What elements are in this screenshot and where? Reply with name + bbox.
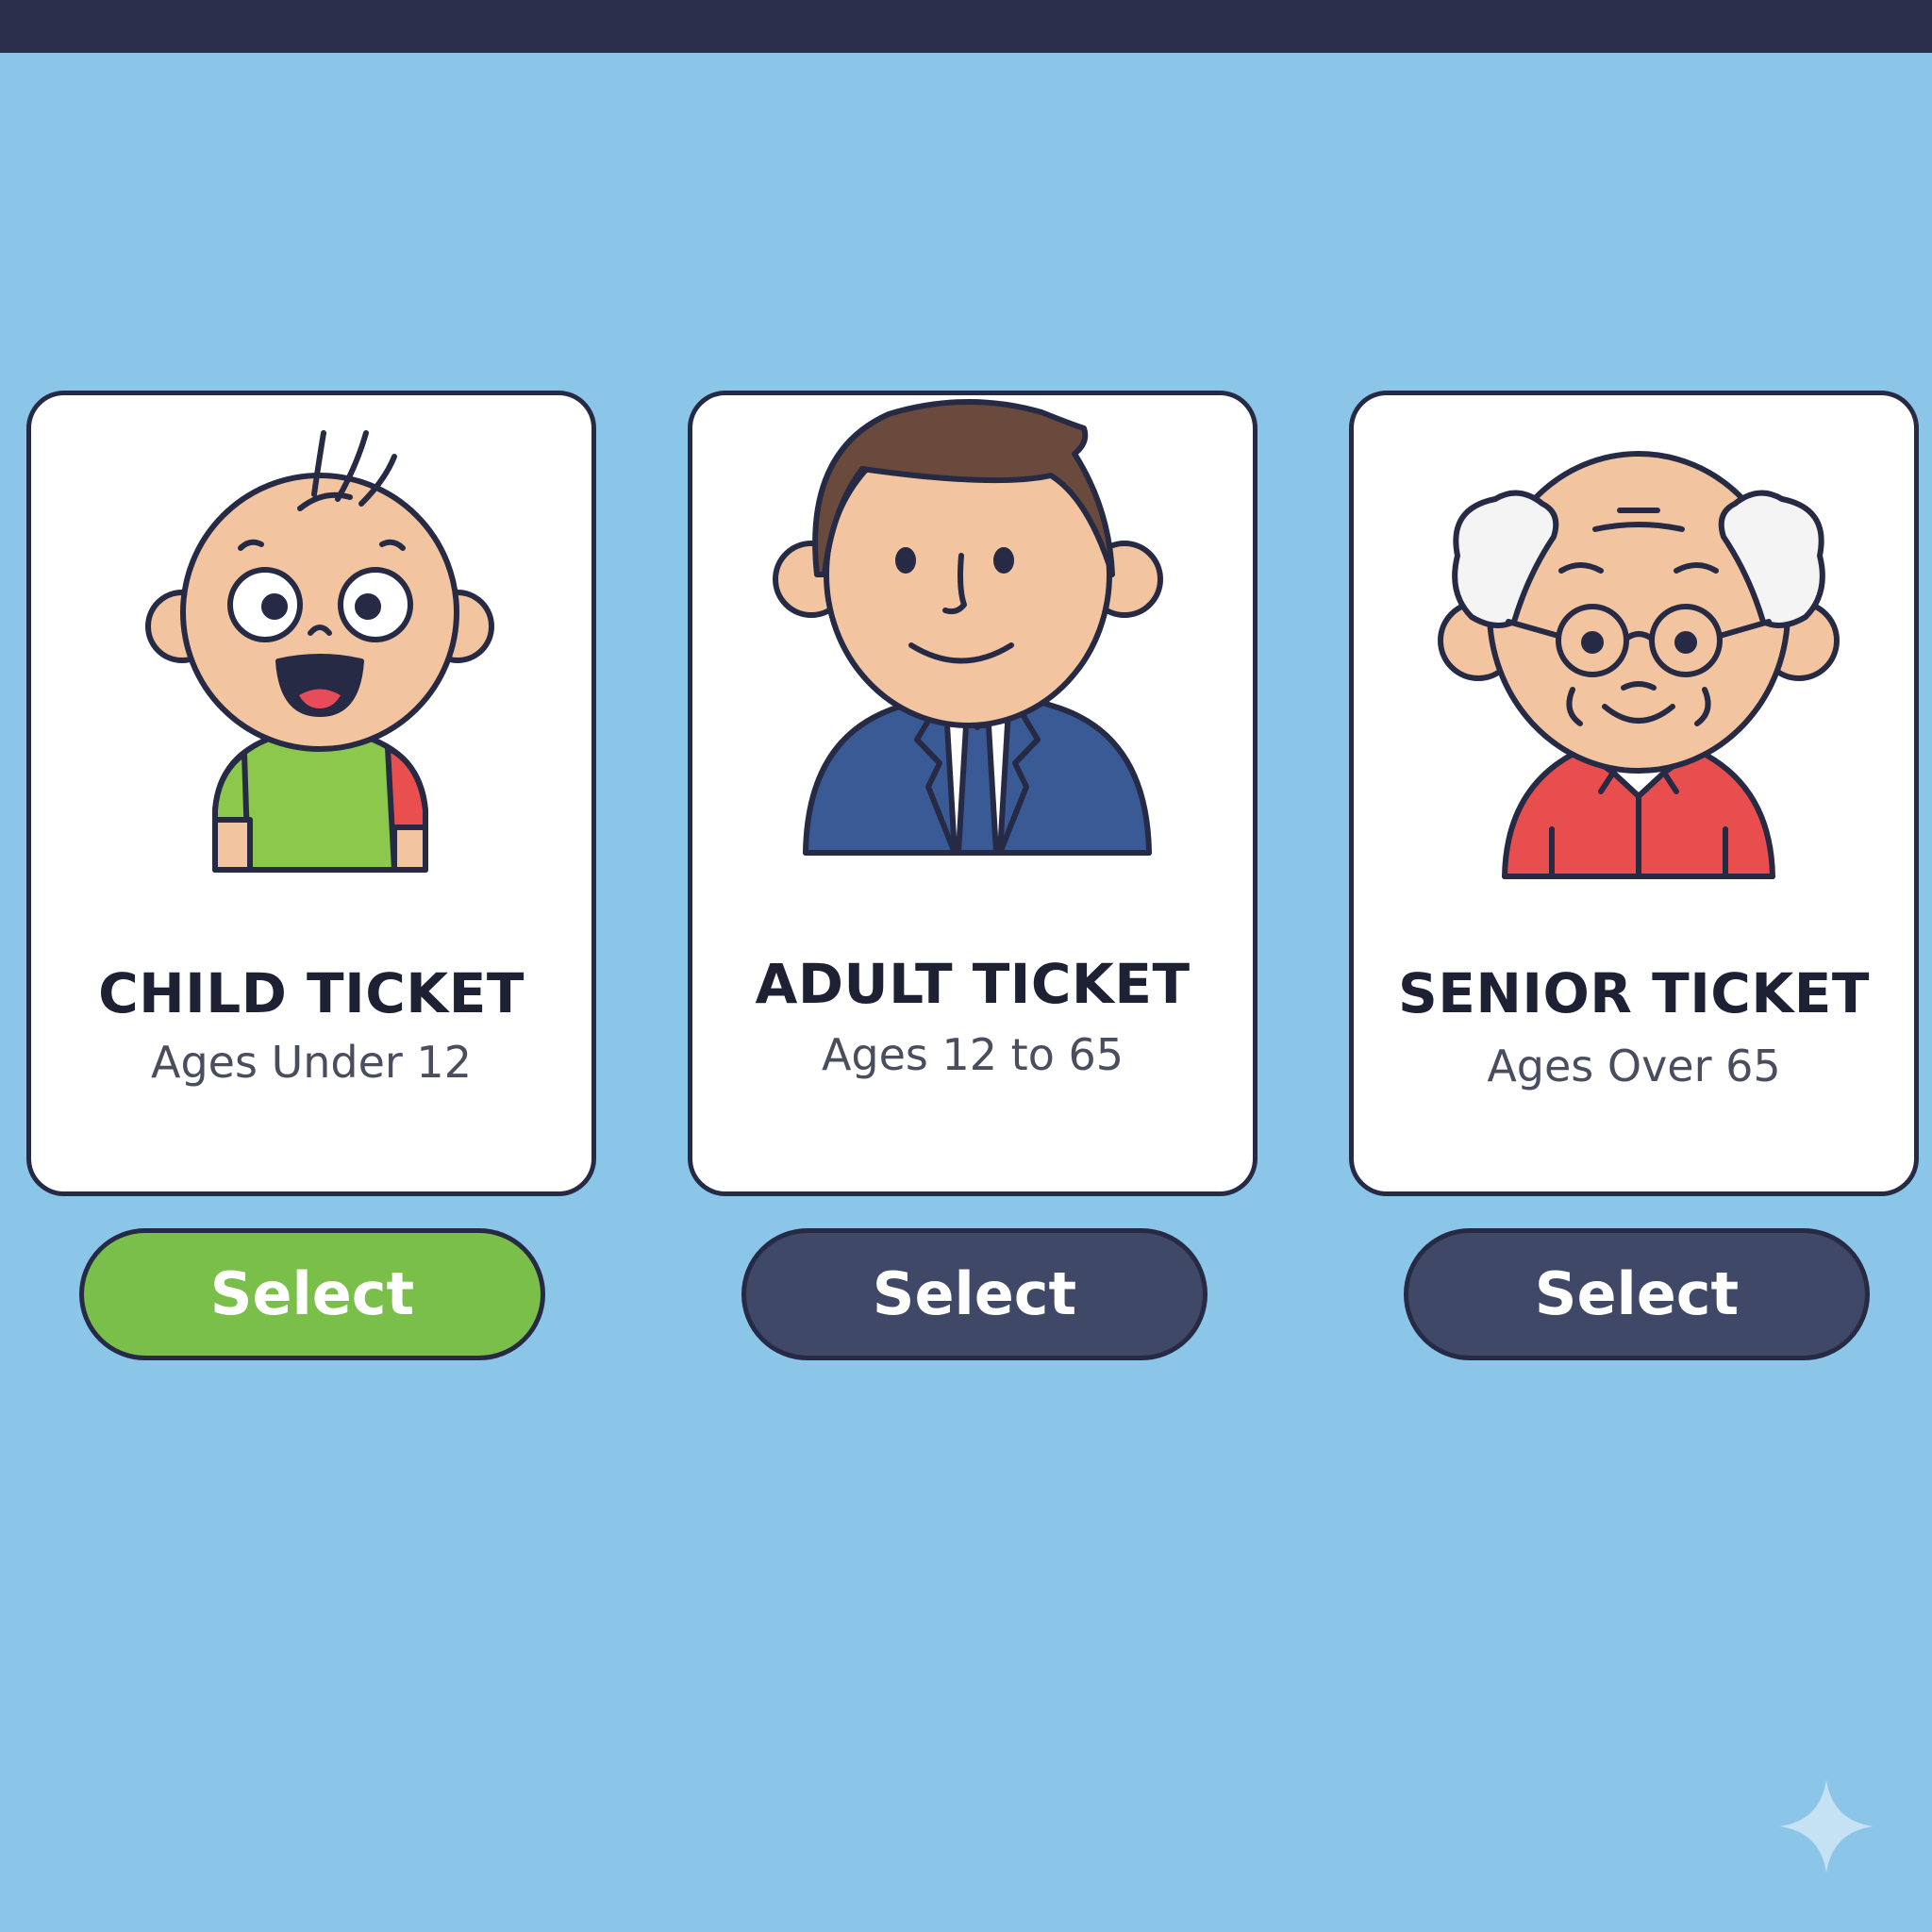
ticket-subtitle: Ages Over 65: [1487, 1041, 1781, 1091]
select-senior-button[interactable]: Select: [1404, 1228, 1870, 1360]
ticket-title: ADULT TICKET: [755, 952, 1191, 1016]
select-adult-button[interactable]: Select: [741, 1228, 1208, 1360]
adult-avatar-icon: [773, 398, 1163, 856]
top-bar: [0, 0, 1932, 53]
ticket-subtitle: Ages Under 12: [151, 1037, 472, 1088]
ticket-card-adult[interactable]: ADULT TICKET Ages 12 to 65: [688, 391, 1257, 1196]
child-avatar-icon: [145, 430, 494, 873]
ticket-card-senior[interactable]: SENIOR TICKET Ages Over 65: [1349, 391, 1919, 1196]
senior-avatar-icon: [1438, 451, 1840, 879]
ticket-title: SENIOR TICKET: [1397, 961, 1870, 1025]
select-child-button[interactable]: Select: [79, 1228, 545, 1360]
ticket-card-child[interactable]: CHILD TICKET Ages Under 12: [26, 391, 596, 1196]
ticket-title: CHILD TICKET: [98, 961, 525, 1025]
sparkle-icon: [1779, 1779, 1874, 1874]
ticket-subtitle: Ages 12 to 65: [821, 1029, 1124, 1080]
